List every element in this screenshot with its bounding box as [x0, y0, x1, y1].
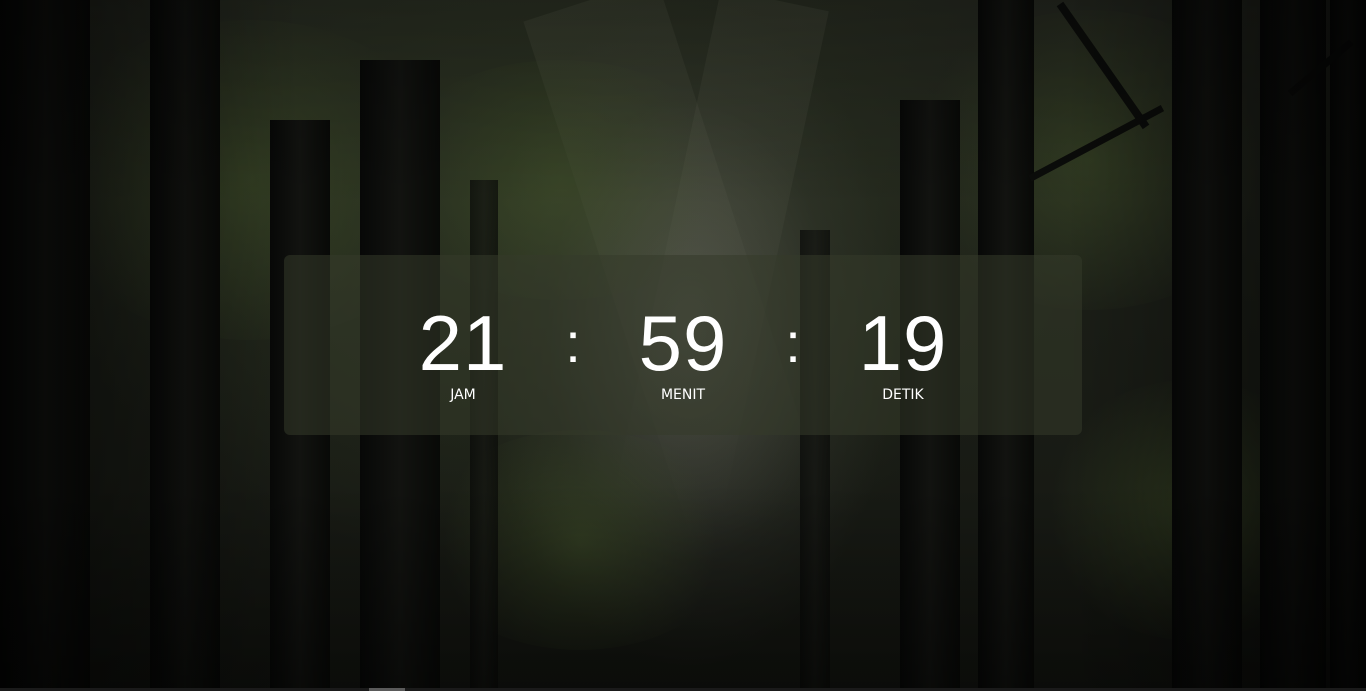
hours-value: 21: [418, 299, 508, 387]
separator: :: [785, 311, 801, 374]
minutes-unit: 59 MENIT: [593, 300, 773, 404]
separator: :: [565, 311, 581, 374]
hours-unit: 21 JAM: [373, 300, 553, 404]
seconds-unit: 19 DETIK: [813, 300, 993, 404]
seconds-label: DETIK: [882, 387, 924, 403]
seconds-value: 19: [858, 299, 948, 387]
minutes-value: 59: [638, 299, 728, 387]
forest-background: 21 JAM : 59 MENIT : 19 DETIK: [0, 0, 1366, 691]
hours-label: JAM: [450, 387, 476, 403]
minutes-label: MENIT: [660, 387, 706, 403]
